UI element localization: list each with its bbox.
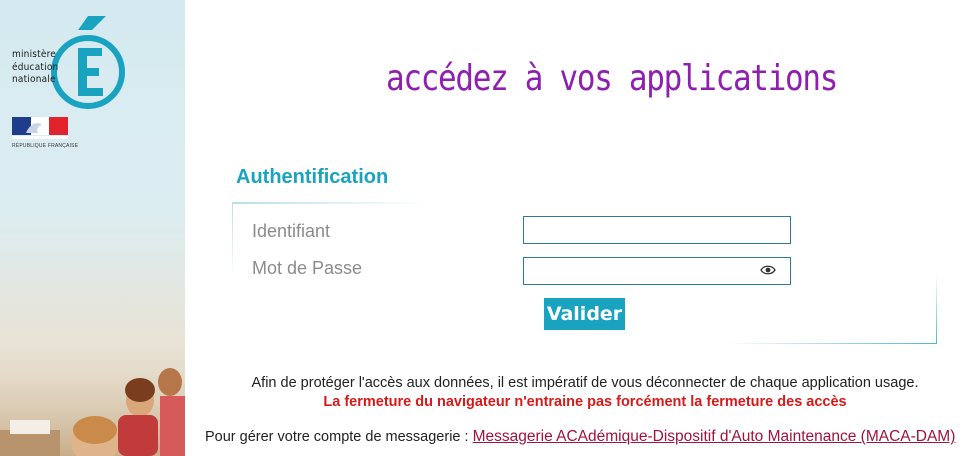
ministry-wordmark: ministère éducation nationale — [12, 49, 58, 87]
marianne-flag-icon — [12, 117, 68, 139]
education-e-logo-icon — [51, 16, 125, 109]
ministry-line-2: éducation — [12, 61, 59, 73]
sidebar: ministère éducation nationale RÉPUBLIQUE… — [0, 0, 185, 456]
ministry-line-3: nationale — [12, 74, 56, 85]
republique-francaise-caption: RÉPUBLIQUE FRANÇAISE — [12, 143, 79, 149]
students-photo — [0, 360, 185, 456]
frame-edge-right — [935, 274, 937, 344]
password-label: Mot de Passe — [252, 258, 363, 278]
valider-button[interactable]: Valider — [544, 298, 625, 330]
page-headline: accédez à vos applications — [386, 58, 838, 99]
frame-corner-bottom-right — [727, 342, 937, 344]
messagerie-prefix: Pour gérer votre compte de messagerie : — [205, 429, 469, 445]
messagerie-line: Pour gérer votre compte de messagerie : … — [205, 428, 955, 446]
frame-edge-left — [232, 202, 233, 282]
identifiant-input[interactable] — [523, 216, 791, 244]
security-notice: Afin de protéger l'accès aux données, il… — [251, 375, 919, 391]
messagerie-link[interactable]: Messagerie ACAdémique-Dispositif d'Auto … — [473, 428, 956, 445]
eye-icon[interactable] — [760, 263, 776, 277]
browser-close-warning: La fermeture du navigateur n'entraine pa… — [323, 394, 847, 410]
frame-corner-top-left — [232, 202, 432, 204]
password-input[interactable] — [523, 257, 791, 285]
ministry-line-1: ministère — [12, 49, 57, 60]
authentication-title: Authentification — [236, 166, 389, 188]
identifiant-label: Identifiant — [252, 221, 331, 241]
